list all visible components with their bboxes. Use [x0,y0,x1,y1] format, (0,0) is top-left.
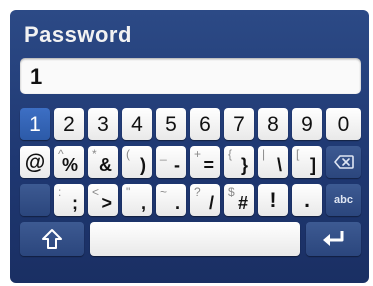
key-9[interactable]: 9 [292,108,322,140]
key-parenthesis[interactable]: ( ) [122,146,152,178]
key-tilde-dot[interactable]: ~ . [156,184,186,216]
key-hash[interactable]: $ # [224,184,254,216]
key-exclamation[interactable]: ! [258,184,288,216]
key-ampersand[interactable]: * & [88,146,118,178]
abc-button[interactable]: abc [326,184,361,216]
key-4[interactable]: 4 [122,108,152,140]
key-slash[interactable]: ? / [190,184,220,216]
key-3[interactable]: 3 [88,108,118,140]
key-brace[interactable]: { } [224,146,254,178]
backspace-icon [326,146,361,178]
key-percent[interactable]: ^ % [54,146,84,178]
enter-icon [306,222,361,256]
password-input-value: 1 [30,64,43,89]
shift-icon [20,222,84,256]
password-input[interactable]: 1 [20,58,361,94]
enter-button[interactable] [306,222,361,256]
key-equals[interactable]: + = [190,146,220,178]
key-comma[interactable]: " , [122,184,152,216]
key-blank[interactable] [20,184,50,216]
key-backslash[interactable]: | \ [258,146,288,178]
key-minus[interactable]: _ - [156,146,186,178]
shift-button[interactable] [20,222,84,256]
key-2[interactable]: 2 [54,108,84,140]
password-keyboard-screen: Password 1 1 2 3 4 5 6 7 8 9 0 @ ^ % * & [10,10,369,283]
key-semicolon[interactable]: : ; [54,184,84,216]
backspace-button[interactable] [326,146,361,178]
key-5[interactable]: 5 [156,108,186,140]
key-1[interactable]: 1 [20,108,50,140]
key-bracket[interactable]: [ ] [292,146,322,178]
key-at[interactable]: @ [20,146,50,178]
space-bar[interactable] [90,222,300,256]
key-6[interactable]: 6 [190,108,220,140]
key-8[interactable]: 8 [258,108,288,140]
key-7[interactable]: 7 [224,108,254,140]
page-title: Password [24,22,132,47]
key-0[interactable]: 0 [326,108,361,140]
key-period[interactable]: . [292,184,322,216]
key-greater-than[interactable]: < > [88,184,118,216]
